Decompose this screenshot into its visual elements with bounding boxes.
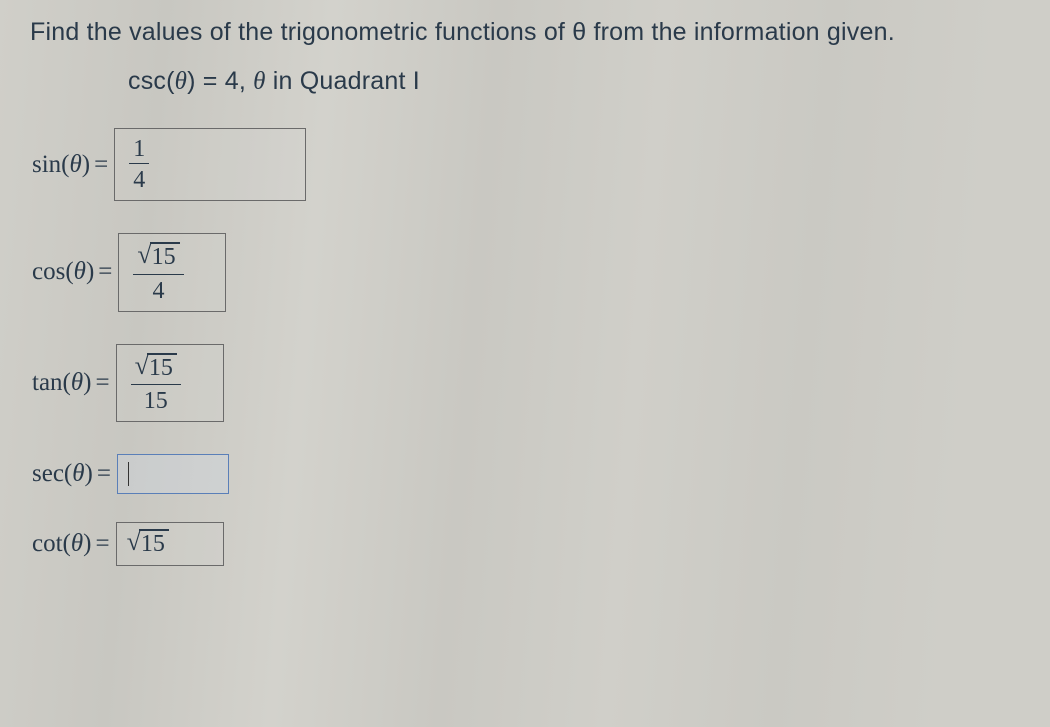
sec-label-suffix: )	[85, 460, 93, 487]
tan-label-prefix: tan(	[32, 369, 71, 396]
cos-label-suffix: )	[86, 258, 94, 285]
tan-theta: θ	[71, 369, 83, 396]
cot-label-prefix: cot(	[32, 530, 71, 557]
equals-sign: =	[94, 151, 108, 179]
cos-denominator: 4	[149, 275, 169, 303]
cot-label-suffix: )	[83, 530, 91, 557]
tan-denominator: 15	[140, 385, 172, 413]
sin-numerator: 1	[129, 137, 149, 164]
given-theta-1: θ	[175, 68, 187, 95]
sec-label: sec(θ)	[32, 460, 93, 488]
tan-sqrt: √ 15	[135, 353, 177, 383]
given-theta-2: θ	[253, 68, 265, 95]
sin-label-suffix: )	[82, 151, 90, 178]
tan-fraction: √ 15 15	[131, 353, 181, 414]
tan-label: tan(θ)	[32, 369, 91, 397]
sec-label-prefix: sec(	[32, 460, 72, 487]
sin-answer-box[interactable]: 1 4	[114, 128, 306, 201]
cos-fraction: √ 15 4	[133, 242, 183, 303]
tan-answer-box[interactable]: √ 15 15	[116, 344, 224, 423]
cos-label-prefix: cos(	[32, 258, 74, 285]
tan-radicand: 15	[147, 353, 177, 383]
cot-answer-box[interactable]: √ 15	[116, 522, 224, 566]
cos-sqrt: √ 15	[137, 242, 179, 272]
cot-row: cot(θ) = √ 15	[32, 522, 1030, 566]
text-cursor-icon	[128, 462, 129, 486]
problem-prompt: Find the values of the trigonometric fun…	[30, 18, 1030, 47]
sin-fraction: 1 4	[129, 137, 149, 192]
sec-answer-box[interactable]	[117, 454, 229, 494]
given-suffix: in Quadrant I	[266, 67, 420, 95]
cos-theta: θ	[74, 258, 86, 285]
sin-denominator: 4	[129, 164, 149, 192]
sin-theta: θ	[70, 151, 82, 178]
cos-row: cos(θ) = √ 15 4	[32, 233, 1030, 312]
cos-answer-box[interactable]: √ 15 4	[118, 233, 226, 312]
sin-row: sin(θ) = 1 4	[32, 128, 1030, 201]
sin-label: sin(θ)	[32, 151, 90, 179]
sec-theta: θ	[72, 460, 84, 487]
cot-label: cot(θ)	[32, 530, 91, 558]
cot-theta: θ	[71, 530, 83, 557]
equals-sign: =	[97, 460, 111, 488]
sin-label-prefix: sin(	[32, 151, 70, 178]
tan-row: tan(θ) = √ 15 15	[32, 344, 1030, 423]
cot-sqrt: √ 15	[127, 529, 169, 559]
cos-numerator: √ 15	[133, 242, 183, 275]
given-func-prefix: csc(	[128, 67, 175, 95]
cos-label: cos(θ)	[32, 258, 94, 286]
equals-sign: =	[95, 369, 109, 397]
given-info: csc(θ) = 4, θ in Quadrant I	[128, 67, 1030, 96]
equals-sign: =	[95, 530, 109, 558]
exercise-page: Find the values of the trigonometric fun…	[0, 0, 1050, 566]
cos-radicand: 15	[150, 242, 180, 272]
cot-radicand: 15	[139, 529, 169, 559]
tan-numerator: √ 15	[131, 353, 181, 386]
given-after-var: ) = 4,	[187, 67, 253, 95]
tan-label-suffix: )	[83, 369, 91, 396]
equals-sign: =	[98, 258, 112, 286]
sec-row: sec(θ) =	[32, 454, 1030, 494]
